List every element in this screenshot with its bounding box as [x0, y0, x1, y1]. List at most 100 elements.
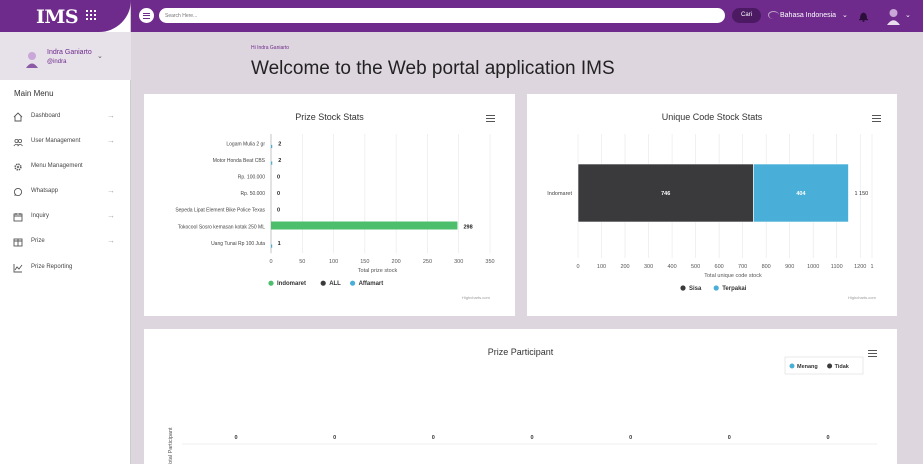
x-tick-label: 100 [597, 264, 606, 270]
y-category-label: Logam Mulia 2 gr [226, 141, 265, 147]
user-handle: @indra [47, 59, 67, 65]
x-tick-label: 1 [870, 264, 873, 270]
sidebar-item-label: Inquiry [31, 213, 50, 219]
chevron-down-icon[interactable]: ⌄ [905, 11, 911, 19]
menu-title: Main Menu [14, 89, 54, 98]
total-label: 1 150 [854, 191, 868, 197]
bar [271, 144, 273, 149]
legend-marker [320, 280, 326, 286]
data-label: 0 [728, 435, 731, 441]
x-tick-label: 100 [329, 259, 338, 265]
x-tick-label: 50 [299, 259, 305, 265]
user-block[interactable] [0, 32, 131, 80]
sidebar-item-prize-reporting[interactable]: Prize Reporting [0, 259, 131, 279]
data-label: 0 [234, 435, 237, 441]
chevron-down-icon[interactable]: ⌄ [842, 11, 848, 19]
data-label: 0 [277, 175, 280, 181]
sidebar-item-label: Menu Management [31, 163, 83, 169]
user-avatar-icon [26, 52, 38, 68]
x-tick-label: 300 [454, 259, 463, 265]
language-flag-icon [768, 11, 779, 19]
prize-participant-chart: Total Participant 0 0 0 0 0 0 0 Menang Tidak [168, 356, 877, 464]
whatsapp-icon [13, 187, 23, 197]
profile-avatar-icon[interactable] [885, 7, 902, 25]
y-axis-title: Total Participant [168, 427, 174, 464]
legend-marker [268, 280, 274, 286]
x-tick-label: 250 [423, 259, 432, 265]
sidebar-item-label: Prize [31, 238, 45, 244]
x-tick-label: 0 [269, 259, 272, 265]
y-category-label: Tokocool Sosro kemasan kotak 250 ML [178, 224, 265, 230]
data-label: 0 [333, 435, 336, 441]
prize-participant-card: Prize Participant Total Participant 0 0 0 0 0… [144, 329, 897, 464]
y-category-label: Uang Tunai Rp 100 Juta [211, 241, 265, 247]
unique-code-chart: 0 100 200 300 400 500 600 700 800 900 1000 1100 1200… [547, 134, 874, 292]
arrow-right-icon: → [107, 211, 115, 220]
y-category-label: Rp. 100.000 [238, 175, 265, 181]
data-label: 2 [278, 158, 281, 164]
calendar-icon [13, 213, 23, 222]
sidebar-item-user-management[interactable]: User Management → [0, 133, 131, 153]
users-icon [13, 139, 23, 147]
prize-stock-card: Prize Stock Stats 0 50 100 150 200 250 300 350 L… [144, 94, 515, 316]
x-axis-title: Total unique code stock [704, 273, 762, 279]
x-tick-label: 700 [738, 264, 747, 270]
chart-credits[interactable]: Highcharts.com [462, 295, 490, 300]
x-tick-label: 1000 [807, 264, 819, 270]
search-button[interactable]: Cari [732, 8, 761, 23]
x-axis-title: Total prize stock [358, 268, 398, 274]
x-tick-label: 900 [785, 264, 794, 270]
legend-item: Sisa [689, 286, 702, 292]
legend-marker [789, 363, 795, 369]
sidebar-item-menu-management[interactable]: Menu Management [0, 158, 131, 178]
legend-item: Tidak [835, 364, 850, 370]
menu-toggle-button[interactable] [139, 8, 154, 23]
x-tick-label: 200 [620, 264, 629, 270]
x-tick-label: 200 [392, 259, 401, 265]
bar [271, 244, 273, 248]
arrow-right-icon: → [107, 111, 115, 120]
sidebar-item-dashboard[interactable]: Dashboard → [0, 108, 131, 128]
x-tick-label: 150 [360, 259, 369, 265]
breadcrumb: Hi Indra Ganiarto [251, 45, 290, 51]
x-tick-label: 800 [762, 264, 771, 270]
data-label: 298 [463, 224, 472, 230]
data-label: 0 [629, 435, 632, 441]
search-input[interactable] [159, 8, 725, 23]
bell-icon[interactable] [858, 10, 869, 22]
chart-icon [13, 264, 23, 273]
sidebar-item-label: Whatsapp [31, 188, 59, 194]
legend-item: Affamart [359, 281, 384, 287]
home-icon [13, 112, 23, 122]
legend-marker [680, 285, 686, 291]
app-logo: IMS [36, 6, 79, 28]
sidebar-item-label: User Management [31, 138, 81, 144]
legend-marker [713, 285, 719, 291]
y-category-label: Motor Honda Beat CBS [213, 158, 266, 164]
logo-grid-icon [86, 10, 96, 21]
data-label: 0 [277, 208, 280, 214]
chart-credits[interactable]: Highcharts.com [848, 295, 876, 300]
sidebar-item-whatsapp[interactable]: Whatsapp → [0, 183, 131, 203]
data-label: 0 [277, 191, 280, 197]
legend-item: ALL [329, 281, 341, 287]
sidebar-item-prize[interactable]: Prize → [0, 233, 131, 253]
logo-bar: IMS [0, 0, 131, 32]
chevron-down-icon[interactable]: ⌄ [97, 52, 103, 60]
sidebar-item-inquiry[interactable]: Inquiry → [0, 208, 131, 228]
data-label: 0 [530, 435, 533, 441]
x-tick-label: 300 [644, 264, 653, 270]
data-label: 0 [826, 435, 829, 441]
sidebar-item-label: Dashboard [31, 113, 61, 119]
bar [271, 161, 273, 165]
legend-marker [827, 363, 833, 369]
arrow-right-icon: → [107, 186, 115, 195]
data-label: 1 [278, 241, 281, 247]
user-name: Indra Ganiarto [47, 49, 92, 56]
bar [271, 221, 458, 230]
x-tick-label: 1100 [831, 264, 843, 270]
legend-item: Terpakai [722, 286, 747, 292]
legend-item: Menang [797, 364, 818, 370]
language-selector[interactable]: Bahasa Indonesia [780, 12, 836, 19]
segment-label: 746 [661, 191, 670, 197]
